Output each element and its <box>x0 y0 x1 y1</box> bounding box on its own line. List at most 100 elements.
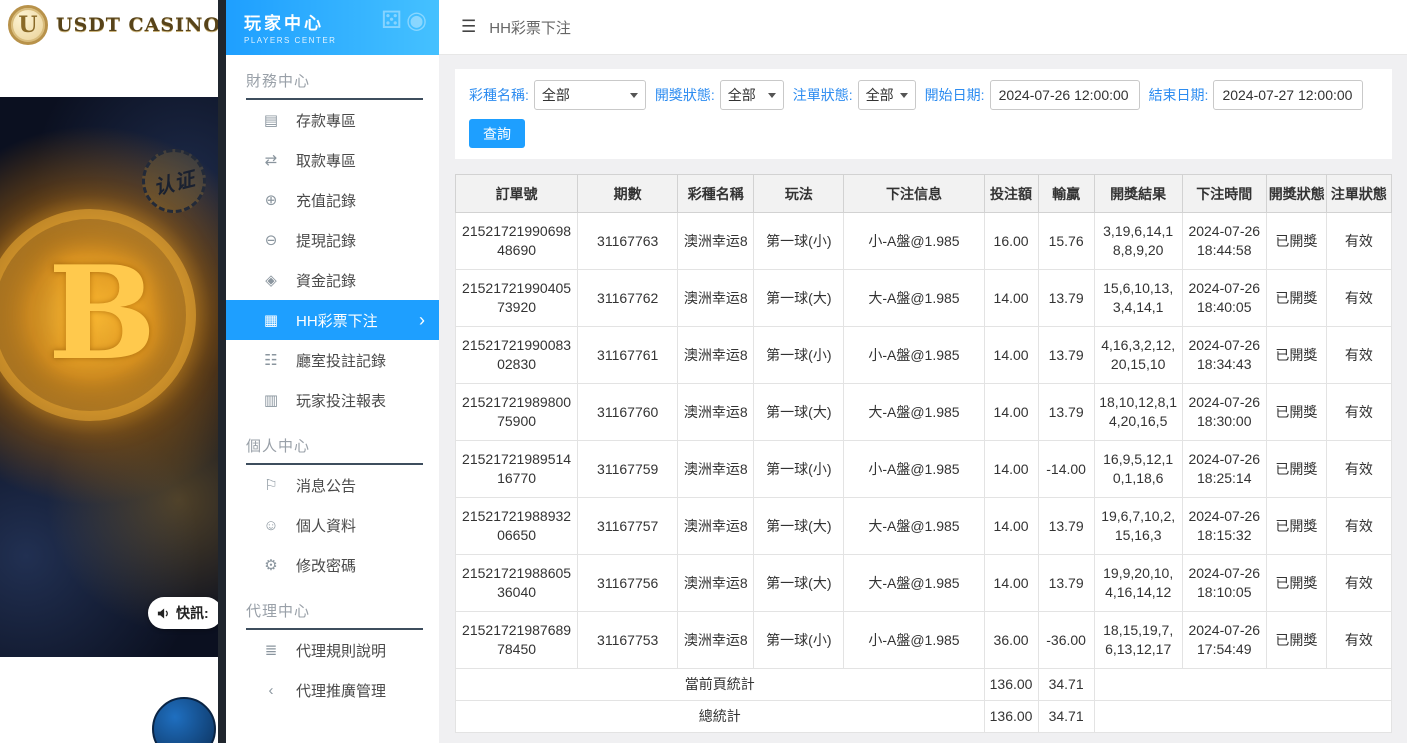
table-cell: 澳洲幸运8 <box>678 498 754 555</box>
table-cell: 大-A盤@1.985 <box>844 555 984 612</box>
table-cell: 13.79 <box>1038 384 1094 441</box>
topbar: ☰ HH彩票下注 <box>439 0 1407 55</box>
sidebar-item-lottery[interactable]: ▦HH彩票下注› <box>226 300 439 340</box>
table-cell: 大-A盤@1.985 <box>844 498 984 555</box>
table-row: 215217219906984869031167763澳洲幸运8第一球(小)小-… <box>456 213 1392 270</box>
news-ticker[interactable]: 快訊: <box>148 597 218 629</box>
table-cell: 31167763 <box>578 213 678 270</box>
table-cell: 14.00 <box>984 498 1038 555</box>
table-cell: 小-A盤@1.985 <box>844 327 984 384</box>
column-header: 下注時間 <box>1182 175 1266 213</box>
table-cell: 2152172198860536040 <box>456 555 578 612</box>
table-cell: 已開獎 <box>1266 384 1326 441</box>
table-row: 215217219898007590031167760澳洲幸运8第一球(大)大-… <box>456 384 1392 441</box>
table-cell: 澳洲幸运8 <box>678 213 754 270</box>
sidebar-item-report[interactable]: ▥ 玩家投注報表 <box>226 380 439 420</box>
table-cell: 第一球(小) <box>754 327 844 384</box>
lottery-select[interactable]: 全部 <box>534 80 646 110</box>
chevron-down-icon <box>900 93 908 98</box>
table-cell: 3,19,6,14,18,8,9,20 <box>1094 213 1182 270</box>
table-cell: 大-A盤@1.985 <box>844 384 984 441</box>
report-icon: ▥ <box>262 391 280 409</box>
table-cell: 已開獎 <box>1266 213 1326 270</box>
sidebar-item-room-records[interactable]: ☷廳室投註記錄 <box>226 340 439 380</box>
table-cell: 2152172199040573920 <box>456 270 578 327</box>
sidebar-nav: 財務中心▤存款專區⇄取款專區⊕充值記錄⊖提現記錄◈資金記錄▦HH彩票下注›☷廳室… <box>226 70 439 710</box>
players-center-subtitle: PLAYERS CENTER <box>244 36 439 45</box>
end-date-input[interactable] <box>1213 80 1363 110</box>
table-header-row: 訂單號期數彩種名稱玩法下注信息投注額輸贏開獎結果下注時間開獎狀態注單狀態 <box>456 175 1392 213</box>
table-cell: 有效 <box>1326 612 1391 669</box>
table-cell: 14.00 <box>984 384 1038 441</box>
table-cell: 2024-07-26 18:15:32 <box>1182 498 1266 555</box>
sidebar-item-deposit[interactable]: ▤存款專區 <box>226 100 439 140</box>
table-row: 215217219889320665031167757澳洲幸运8第一球(大)大-… <box>456 498 1392 555</box>
sidebar-item-recharge[interactable]: ⊕充值記錄 <box>226 180 439 220</box>
table-cell: 31167759 <box>578 441 678 498</box>
table-cell: 13.79 <box>1038 498 1094 555</box>
news-label: 快訊: <box>176 603 209 623</box>
table-cell: 31167753 <box>578 612 678 669</box>
sidebar-item-cashout[interactable]: ⊖提現記錄 <box>226 220 439 260</box>
start-date-input[interactable] <box>990 80 1140 110</box>
site-logo[interactable]: U USDT CASINO <box>0 0 218 50</box>
lottery-select-value: 全部 <box>542 85 570 105</box>
table-cell: 已開獎 <box>1266 555 1326 612</box>
panel-divider <box>218 0 226 743</box>
sidebar-section-title: 個人中心 <box>246 435 423 465</box>
table-cell: 第一球(大) <box>754 555 844 612</box>
table-cell: 13.79 <box>1038 270 1094 327</box>
table-cell: 已開獎 <box>1266 270 1326 327</box>
table-cell: 有效 <box>1326 384 1391 441</box>
draw-status-select[interactable]: 全部 <box>720 80 784 110</box>
table-cell: 有效 <box>1326 270 1391 327</box>
table-cell: 2024-07-26 18:44:58 <box>1182 213 1266 270</box>
table-cell: 有效 <box>1326 441 1391 498</box>
sidebar-item-gear[interactable]: ⚙修改密碼 <box>226 545 439 585</box>
sidebar-item-funds[interactable]: ◈資金記錄 <box>226 260 439 300</box>
recharge-icon: ⊕ <box>262 191 280 209</box>
table-cell: 2024-07-26 18:25:14 <box>1182 441 1266 498</box>
service-bubble[interactable] <box>152 697 216 743</box>
table-footer: 當前頁統計136.0034.71總統計136.0034.71 <box>456 669 1392 733</box>
sidebar-item-label: 代理規則說明 <box>296 640 386 661</box>
sidebar-item-label: 玩家投注報表 <box>296 390 386 411</box>
user-icon: ☺ <box>262 517 280 534</box>
menu-toggle-icon[interactable]: ☰ <box>461 17 476 37</box>
table-row: 215217219876897845031167753澳洲幸运8第一球(小)小-… <box>456 612 1392 669</box>
query-button[interactable]: 查詢 <box>469 119 525 148</box>
total-bet-amount: 136.00 <box>984 701 1038 733</box>
table-cell: 2152172199069848690 <box>456 213 578 270</box>
table-cell: 第一球(大) <box>754 384 844 441</box>
page-title: HH彩票下注 <box>489 17 571 38</box>
sidebar-item-document[interactable]: ≣ 代理規則說明 <box>226 630 439 670</box>
sidebar-item-label: 資金記錄 <box>296 270 356 291</box>
sidebar-item-label: 代理推廣管理 <box>296 680 386 701</box>
table-row: 215217219895141677031167759澳洲幸运8第一球(小)小-… <box>456 441 1392 498</box>
sidebar-item-user[interactable]: ☺個人資料 <box>226 505 439 545</box>
bitcoin-icon: B <box>48 239 156 389</box>
total-row: 總統計136.0034.71 <box>456 701 1392 733</box>
table-cell: 13.79 <box>1038 327 1094 384</box>
table-cell: 18,10,12,8,14,20,16,5 <box>1094 384 1182 441</box>
sidebar-item-withdraw[interactable]: ⇄取款專區 <box>226 140 439 180</box>
table-cell: 第一球(小) <box>754 441 844 498</box>
table-cell: 澳洲幸运8 <box>678 555 754 612</box>
table-cell: 31167762 <box>578 270 678 327</box>
end-date-label: 結束日期: <box>1149 85 1209 105</box>
table-cell: 2152172199008302830 <box>456 327 578 384</box>
order-status-select[interactable]: 全部 <box>858 80 916 110</box>
bets-table-card: 訂單號期數彩種名稱玩法下注信息投注額輸贏開獎結果下注時間開獎狀態注單狀態 215… <box>455 174 1392 733</box>
total-bet-amount: 136.00 <box>984 669 1038 701</box>
table-cell: 已開獎 <box>1266 327 1326 384</box>
table-cell: 13.79 <box>1038 555 1094 612</box>
table-cell: 澳洲幸运8 <box>678 441 754 498</box>
sidebar-item-bell[interactable]: ⚐消息公告 <box>226 465 439 505</box>
lottery-icon: ▦ <box>262 311 280 329</box>
table-cell: 第一球(小) <box>754 213 844 270</box>
table-cell: 14.00 <box>984 441 1038 498</box>
sidebar-item-share[interactable]: ‹代理推廣管理 <box>226 670 439 710</box>
table-row: 215217219900830283031167761澳洲幸运8第一球(小)小-… <box>456 327 1392 384</box>
document-icon: ≣ <box>262 641 280 659</box>
column-header: 開獎結果 <box>1094 175 1182 213</box>
